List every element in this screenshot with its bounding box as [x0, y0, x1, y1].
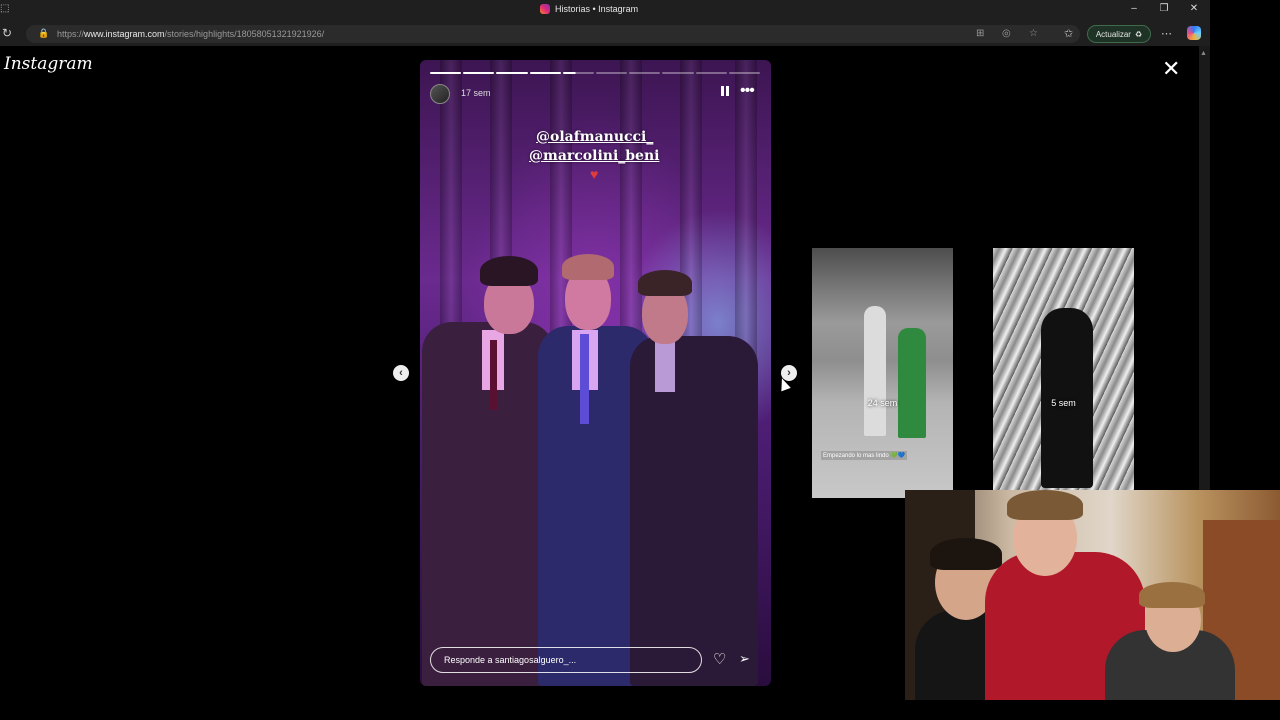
preview-figure: [864, 306, 886, 436]
like-heart-icon[interactable]: ♡: [713, 650, 726, 668]
story-viewer[interactable]: 17 sem ••• @olafmanucci_ @marcolini_beni…: [420, 60, 771, 686]
outer-background: [1210, 0, 1280, 490]
preview-figure: [898, 328, 926, 438]
restore-icon[interactable]: ❐: [1156, 3, 1172, 14]
address-bar[interactable]: 🔒 https://www.instagram.com/stories/high…: [26, 25, 1080, 43]
lock-icon[interactable]: 🔒: [38, 28, 49, 39]
close-window-icon[interactable]: ✕: [1186, 3, 1202, 14]
more-options-icon[interactable]: •••: [740, 82, 755, 100]
progress-segment: [662, 72, 694, 74]
webcam-overlay: [905, 490, 1280, 700]
story-time: 17 sem: [461, 88, 491, 98]
progress-segment: [728, 72, 761, 74]
reload-icon[interactable]: ↻: [2, 26, 12, 40]
mention-sticker-2[interactable]: @marcolini_beni: [529, 148, 659, 164]
webcam-hair: [1139, 582, 1205, 608]
favorites-icon[interactable]: ✩: [1064, 27, 1073, 40]
tab-title: Historias • Instagram: [555, 4, 639, 14]
close-stories-icon[interactable]: ✕: [1162, 56, 1180, 82]
progress-segment: [463, 72, 495, 74]
webcam-hair: [1007, 490, 1083, 520]
send-icon[interactable]: ➢: [739, 651, 750, 667]
tracking-prevention-icon[interactable]: ◎: [1002, 28, 1011, 39]
previous-story-arrow-icon[interactable]: ‹: [393, 365, 409, 381]
favorite-star-icon[interactable]: ☆: [1029, 28, 1038, 39]
preview-time: 24 sem: [867, 398, 898, 408]
browser-tab[interactable]: Historias • Instagram: [540, 4, 638, 14]
progress-segment: [562, 72, 595, 74]
instagram-favicon-icon: [540, 4, 550, 14]
progress-segment: [430, 72, 462, 74]
progress-segment: [529, 72, 561, 74]
mention-sticker-1[interactable]: @olafmanucci_: [536, 129, 653, 145]
progress-segment: [695, 72, 727, 74]
scroll-up-arrow-icon[interactable]: ▲: [1200, 50, 1207, 57]
app-available-icon[interactable]: ⊞: [976, 28, 984, 39]
more-options-icon[interactable]: ⋯: [1161, 27, 1172, 40]
url-text[interactable]: https://www.instagram.com/stories/highli…: [57, 29, 324, 39]
progress-segment: [629, 72, 661, 74]
preview-caption: Empezando lo mas lindo 💚💙: [821, 451, 908, 460]
browser-titlebar: ⬚ Historias • Instagram – ❐ ✕: [0, 0, 1210, 22]
next-story-preview-1[interactable]: 24 sem Empezando lo mas lindo 💚💙: [812, 248, 953, 498]
pause-icon[interactable]: [721, 86, 729, 96]
progress-segment: [496, 72, 528, 74]
minimize-icon[interactable]: –: [1126, 3, 1142, 14]
webcam-hair: [930, 538, 1002, 570]
browser-navbar: ↻ 🔒 https://www.instagram.com/stories/hi…: [0, 22, 1210, 46]
reply-input[interactable]: Responde a santiagosalguero_...: [430, 647, 702, 673]
preview-time: 5 sem: [1051, 398, 1076, 408]
instagram-logo[interactable]: Instagram: [4, 54, 93, 74]
update-label: Actualizar: [1095, 29, 1131, 39]
copilot-icon[interactable]: [1187, 26, 1201, 40]
bottom-bar: [0, 700, 1280, 720]
avatar[interactable]: [430, 84, 450, 104]
story-progress-bar: [430, 72, 761, 74]
next-story-preview-2[interactable]: 5 sem: [993, 248, 1134, 498]
update-button[interactable]: Actualizar ♻: [1087, 25, 1151, 43]
reply-placeholder: Responde a santiagosalguero_...: [444, 655, 577, 665]
window-menu-icon[interactable]: ⬚: [0, 3, 9, 14]
heart-sticker-icon: ♥: [590, 166, 599, 182]
progress-segment: [596, 72, 628, 74]
update-badge-icon: ♻: [1134, 29, 1143, 39]
